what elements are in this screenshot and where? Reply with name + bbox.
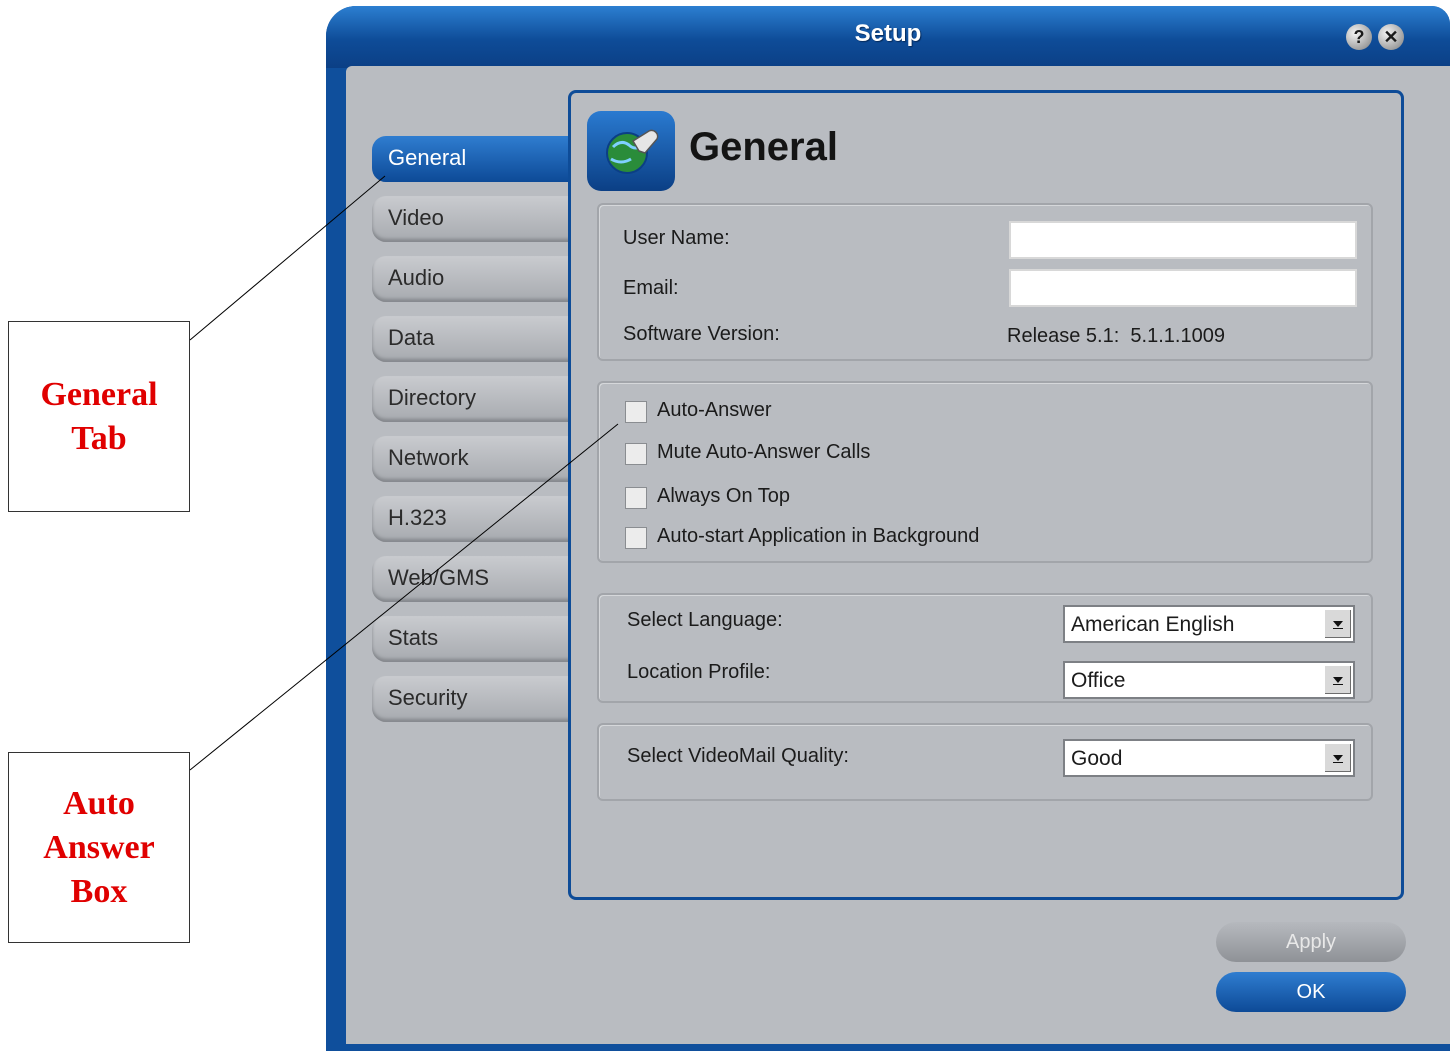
software-version-value: Release 5.1: 5.1.1.1009: [1007, 325, 1225, 347]
user-info-group: User Name: Email: Software Version: Rele…: [597, 203, 1373, 361]
apply-button[interactable]: Apply: [1216, 922, 1406, 962]
auto-answer-callout: Auto Answer Box: [8, 752, 190, 943]
tab-stats[interactable]: Stats: [372, 616, 572, 662]
callout-text: Box: [70, 872, 128, 910]
callout-text: General: [40, 375, 158, 413]
title-bar[interactable]: Setup ? ✕: [326, 6, 1450, 68]
tab-directory[interactable]: Directory: [372, 376, 572, 422]
auto-start-label: Auto-start Application in Background: [657, 525, 980, 547]
auto-answer-label: Auto-Answer: [657, 399, 772, 421]
mute-auto-answer-label: Mute Auto-Answer Calls: [657, 441, 871, 463]
tab-general[interactable]: General: [372, 136, 582, 182]
always-on-top-label: Always On Top: [657, 485, 791, 507]
mute-auto-answer-checkbox[interactable]: [625, 443, 647, 465]
globe-wrench-icon: [587, 111, 675, 191]
user-name-field[interactable]: [1009, 221, 1357, 259]
auto-answer-checkbox[interactable]: [625, 401, 647, 423]
tab-h323[interactable]: H.323: [372, 496, 572, 542]
videomail-group: Select VideoMail Quality: Good: [597, 723, 1373, 801]
general-tab-callout: General Tab: [8, 321, 190, 512]
general-panel: General User Name: Email: Software Versi…: [568, 90, 1404, 900]
tab-audio[interactable]: Audio: [372, 256, 572, 302]
language-select[interactable]: American English: [1063, 605, 1355, 643]
window-client-area: General Video Audio Data Directory Netwo…: [346, 66, 1450, 1044]
page-title: General: [689, 125, 838, 169]
tab-security[interactable]: Security: [372, 676, 572, 722]
tab-video[interactable]: Video: [372, 196, 572, 242]
language-value: American English: [1071, 613, 1235, 636]
tab-data[interactable]: Data: [372, 316, 572, 362]
auto-start-checkbox[interactable]: [625, 527, 647, 549]
software-version-label: Software Version:: [623, 323, 780, 345]
callout-text: Answer: [43, 828, 155, 866]
location-select[interactable]: Office: [1063, 661, 1355, 699]
location-value: Office: [1071, 669, 1126, 692]
tab-network[interactable]: Network: [372, 436, 572, 482]
videomail-label: Select VideoMail Quality:: [627, 745, 849, 767]
help-icon: ?: [1353, 27, 1365, 47]
setup-window: Setup ? ✕ General Video Audio Data Direc…: [326, 6, 1450, 1051]
close-button[interactable]: ✕: [1378, 24, 1404, 50]
callout-text: Auto: [63, 784, 135, 822]
user-name-label: User Name:: [623, 227, 730, 249]
chevron-down-icon[interactable]: [1324, 666, 1351, 694]
close-icon: ✕: [1383, 27, 1399, 47]
callout-text: Tab: [71, 419, 127, 457]
always-on-top-checkbox[interactable]: [625, 487, 647, 509]
tab-web-gms[interactable]: Web/GMS: [372, 556, 572, 602]
options-group: Auto-Answer Mute Auto-Answer Calls Alway…: [597, 381, 1373, 563]
email-field[interactable]: [1009, 269, 1357, 307]
ok-button[interactable]: OK: [1216, 972, 1406, 1012]
language-label: Select Language:: [627, 609, 783, 631]
videomail-quality-value: Good: [1071, 747, 1123, 770]
email-label: Email:: [623, 277, 679, 299]
videomail-quality-select[interactable]: Good: [1063, 739, 1355, 777]
chevron-down-icon[interactable]: [1324, 610, 1351, 638]
chevron-down-icon[interactable]: [1324, 744, 1351, 772]
location-label: Location Profile:: [627, 661, 771, 683]
language-group: Select Language: American English Locati…: [597, 593, 1373, 703]
window-title: Setup: [854, 20, 922, 47]
help-button[interactable]: ?: [1346, 24, 1372, 50]
